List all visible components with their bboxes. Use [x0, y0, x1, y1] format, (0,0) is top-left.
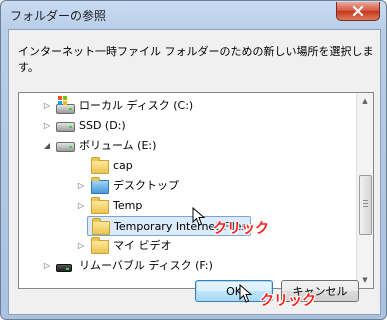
mouse-cursor-icon — [192, 207, 206, 226]
expand-arrow-icon[interactable]: ▷ — [76, 181, 86, 190]
dialog-title: フォルダーの参照 — [10, 9, 107, 23]
folder-tree[interactable]: ▷ ローカル ディスク (C:) ▷ SSD (D:) ◢ ボリューム (E:)… — [18, 92, 374, 289]
system-drive-icon — [56, 96, 75, 114]
click-annotation-tree: クリック — [213, 221, 269, 237]
dialog-body: インターネット一時ファイル フォルダーのための新しい場所を選択します。 ▷ ロー… — [8, 29, 381, 315]
tree-item-label: cap — [113, 158, 133, 172]
expand-arrow-icon[interactable]: ▷ — [42, 121, 52, 130]
tree-item-removable-disk-f[interactable]: ▷ リムーバブル ディスク (F:) — [42, 255, 213, 275]
tree-item-cap[interactable]: cap — [76, 155, 133, 175]
instruction-text: インターネット一時ファイル フォルダーのための新しい場所を選択します。 — [18, 45, 374, 74]
scrollbar-thumb[interactable] — [359, 175, 372, 235]
expand-arrow-icon[interactable]: ▷ — [76, 241, 86, 250]
vertical-scrollbar[interactable]: ▲ ▼ — [356, 93, 373, 288]
folder-icon — [90, 157, 109, 174]
collapse-arrow-icon[interactable]: ◢ — [42, 141, 52, 150]
tree-item-label: ローカル ディスク (C:) — [79, 99, 194, 112]
scroll-down-icon[interactable]: ▼ — [357, 272, 373, 288]
folder-icon — [90, 177, 109, 194]
expand-arrow-icon[interactable]: ▷ — [76, 201, 86, 210]
tree-item-local-disk-c[interactable]: ▷ ローカル ディスク (C:) — [42, 95, 193, 115]
tree-item-label: デスクトップ — [113, 179, 179, 192]
browse-folder-dialog: フォルダーの参照 インターネット一時ファイル フォルダーのための新しい場所を選択… — [0, 0, 387, 320]
drive-icon — [56, 118, 75, 132]
removable-drive-icon — [56, 258, 74, 272]
title-bar[interactable]: フォルダーの参照 — [1, 1, 386, 29]
mouse-cursor-icon — [239, 284, 253, 303]
folder-icon — [90, 197, 109, 214]
tree-item-ssd-d[interactable]: ▷ SSD (D:) — [42, 115, 126, 135]
tree-item-desktop[interactable]: ▷ デスクトップ — [76, 175, 179, 195]
expand-arrow-icon[interactable]: ▷ — [42, 101, 52, 110]
scroll-up-icon[interactable]: ▲ — [357, 93, 373, 109]
tree-item-temp[interactable]: ▷ Temp — [76, 195, 142, 215]
close-button[interactable] — [336, 2, 380, 21]
tree-item-label: SSD (D:) — [79, 118, 126, 132]
drive-icon — [56, 138, 75, 152]
folder-icon — [91, 218, 110, 235]
tree-item-volume-e[interactable]: ◢ ボリューム (E:) — [42, 135, 156, 155]
expand-arrow-icon[interactable]: ▷ — [42, 261, 52, 270]
click-annotation-ok: クリック — [260, 293, 316, 309]
tree-item-label: マイ ビデオ — [113, 239, 172, 252]
tree-item-label: Temp — [113, 198, 143, 212]
tree-item-label: ボリューム (E:) — [79, 139, 157, 152]
video-folder-icon — [90, 237, 109, 254]
tree-item-label: リムーバブル ディスク (F:) — [79, 259, 213, 272]
close-icon — [353, 6, 363, 16]
tree-item-my-video[interactable]: ▷ マイ ビデオ — [76, 235, 172, 255]
